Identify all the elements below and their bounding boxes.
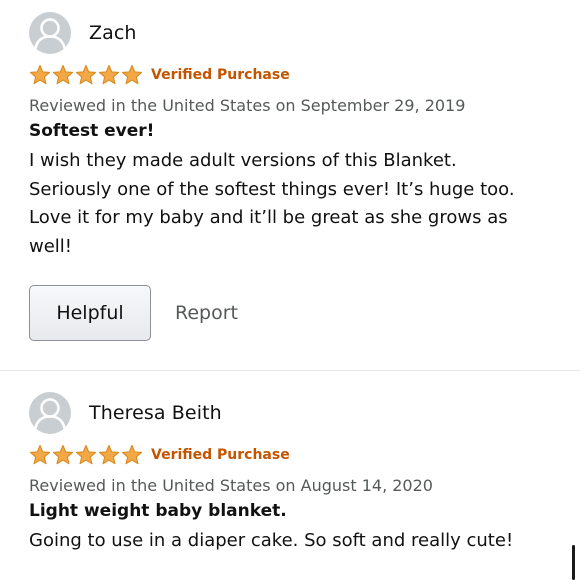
review-date: Reviewed in the United States on Septemb…	[29, 96, 466, 115]
review-body: Going to use in a diaper cake. So soft a…	[29, 530, 514, 551]
review-body: I wish they made adult versions of this …	[29, 150, 515, 257]
star-icon	[121, 444, 143, 465]
star-icon	[121, 64, 143, 85]
default-profile-icon	[29, 392, 71, 434]
star-icon	[75, 444, 97, 465]
star-icon	[75, 64, 97, 85]
reviews-page: Zach Verified Purchase Reviewed in the U…	[0, 0, 580, 580]
review-divider	[0, 370, 580, 371]
star-icon	[29, 444, 51, 465]
report-link[interactable]: Report	[175, 302, 238, 324]
review-title[interactable]: Light weight baby blanket.	[29, 501, 559, 521]
reviewer-name: Zach	[89, 22, 137, 44]
star-icon	[29, 64, 51, 85]
verified-purchase-badge: Verified Purchase	[151, 447, 290, 463]
star-icon	[98, 64, 120, 85]
helpful-button[interactable]: Helpful	[29, 285, 151, 341]
star-icon	[52, 444, 74, 465]
star-rating[interactable]	[29, 64, 143, 86]
default-profile-icon	[29, 12, 71, 54]
rating-row: Verified Purchase	[29, 63, 559, 87]
star-rating[interactable]	[29, 444, 143, 466]
review-card: Zach Verified Purchase Reviewed in the U…	[29, 12, 559, 341]
review-card: Theresa Beith Verified Purchase Reviewed…	[29, 392, 559, 556]
reviewer-name: Theresa Beith	[89, 402, 222, 424]
star-icon	[98, 444, 120, 465]
star-icon	[52, 64, 74, 85]
rating-row: Verified Purchase	[29, 443, 559, 467]
verified-purchase-badge: Verified Purchase	[151, 67, 290, 83]
reviewer-profile[interactable]: Zach	[29, 12, 559, 54]
review-actions: Helpful Report	[29, 285, 559, 341]
review-date: Reviewed in the United States on August …	[29, 476, 433, 495]
review-title[interactable]: Softest ever!	[29, 121, 559, 141]
scrollbar-thumb[interactable]	[572, 545, 575, 580]
reviewer-profile[interactable]: Theresa Beith	[29, 392, 559, 434]
